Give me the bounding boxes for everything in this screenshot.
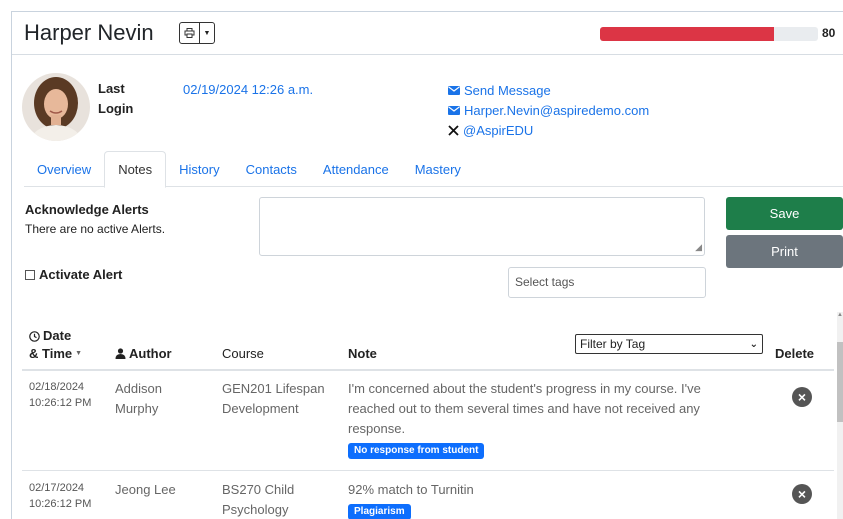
note-course: BS270 Child Psychology: [222, 480, 337, 519]
note-textarea[interactable]: ◢: [259, 197, 705, 256]
note-text-line: I'm concerned about the student's progre…: [348, 381, 701, 396]
user-icon: [115, 348, 126, 359]
delete-icon[interactable]: ×: [792, 484, 812, 504]
column-header-course: Course: [222, 346, 264, 361]
student-name: Harper Nevin: [24, 20, 154, 45]
column-header-note: Note: [348, 346, 377, 361]
note-author: Jeong Lee: [115, 480, 176, 500]
activate-alert-label: Activate Alert: [39, 267, 123, 282]
filter-by-tag-label: Filter by Tag: [580, 337, 646, 351]
clock-icon: [29, 330, 40, 342]
avatar: [22, 73, 90, 141]
tab-attendance[interactable]: Attendance: [310, 151, 402, 187]
note-date: 02/18/2024 10:26:12 PM: [29, 379, 91, 411]
note-course-line: Psychology: [222, 502, 289, 517]
note-text-line: 92% match to Turnitin: [348, 482, 474, 497]
print-button[interactable]: [180, 23, 200, 43]
print-button[interactable]: Print: [726, 235, 843, 268]
notes-table: Date & Time ▼ Author Course Note Filter …: [12, 312, 843, 519]
column-header-author-label: Author: [129, 346, 172, 361]
no-alerts-text: There are no active Alerts.: [25, 222, 166, 236]
note-course-line: Development: [222, 401, 299, 416]
note-date-value: 02/17/2024: [29, 482, 85, 494]
note-text: 92% match to Turnitin Plagiarism: [348, 480, 738, 519]
select-tags-input[interactable]: Select tags: [508, 267, 706, 298]
last-login-label: Last Login: [98, 81, 134, 116]
note-text-line: reached out to them several times and ha…: [348, 401, 700, 416]
note-date-value: 02/18/2024: [29, 381, 85, 393]
student-header: Harper Nevin ▼ 80: [12, 12, 843, 55]
tab-overview[interactable]: Overview: [24, 151, 104, 187]
last-login-value: 02/19/2024 12:26 a.m.: [183, 82, 314, 97]
checkbox-icon[interactable]: [25, 269, 35, 280]
note-time-value: 10:26:12 PM: [29, 498, 92, 510]
note-author-line: Addison: [115, 381, 162, 396]
risk-score: 80: [822, 26, 836, 40]
table-row: 02/17/2024 10:26:12 PM Jeong Lee BS270 C…: [22, 472, 834, 519]
note-author: Addison Murphy: [115, 379, 162, 419]
delete-icon[interactable]: ×: [792, 387, 812, 407]
tab-history[interactable]: History: [166, 151, 232, 187]
student-card: Harper Nevin ▼ 80 Last Login 02/19/2024 …: [11, 11, 843, 519]
send-message-label: Send Message: [464, 82, 551, 98]
x-logo-icon: [448, 124, 459, 136]
contact-links: Send Message Harper.Nevin@aspiredemo.com…: [448, 80, 649, 140]
envelope-icon: [448, 105, 460, 115]
column-header-time-label: & Time: [29, 346, 73, 361]
filter-by-tag-select[interactable]: Filter by Tag ⌄: [575, 334, 763, 354]
scrollbar-thumb[interactable]: [837, 342, 843, 422]
tab-mastery[interactable]: Mastery: [402, 151, 474, 187]
note-date: 02/17/2024 10:26:12 PM: [29, 480, 91, 512]
note-time-value: 10:26:12 PM: [29, 397, 92, 409]
note-course-line: GEN201 Lifespan: [222, 381, 325, 396]
email-link[interactable]: Harper.Nevin@aspiredemo.com: [448, 100, 649, 120]
twitter-link[interactable]: @AspirEDU: [448, 120, 649, 140]
envelope-icon: [448, 85, 460, 95]
tab-notes[interactable]: Notes: [104, 151, 167, 188]
table-scrollbar[interactable]: ▲: [837, 312, 843, 519]
note-text-line: response.: [348, 421, 406, 436]
save-button[interactable]: Save: [726, 197, 843, 230]
tab-contacts[interactable]: Contacts: [233, 151, 310, 187]
note-course: GEN201 Lifespan Development: [222, 379, 337, 419]
note-tag-badge: No response from student: [348, 443, 485, 459]
email-address: Harper.Nevin@aspiredemo.com: [464, 102, 650, 118]
sort-caret-icon: ▼: [75, 350, 83, 357]
print-button-group[interactable]: ▼: [179, 22, 215, 44]
twitter-handle: @AspirEDU: [463, 122, 534, 138]
column-header-delete: Delete: [775, 346, 815, 361]
note-author-line: Murphy: [115, 401, 159, 416]
printer-icon: [184, 28, 195, 38]
tab-bar: Overview Notes History Contacts Attendan…: [24, 151, 843, 188]
risk-progress-bar: [600, 27, 818, 41]
note-text: I'm concerned about the student's progre…: [348, 379, 738, 459]
caret-down-icon[interactable]: ▼: [200, 23, 214, 43]
risk-progress-fill: [600, 27, 775, 41]
column-header-author: Author: [115, 346, 172, 361]
resize-grip-icon[interactable]: ◢: [695, 242, 702, 253]
note-course-line: BS270 Child: [222, 482, 295, 497]
chevron-down-icon: ⌄: [749, 338, 758, 350]
send-message-link[interactable]: Send Message: [448, 80, 649, 100]
activate-alert-checkbox[interactable]: Activate Alert: [25, 267, 122, 282]
table-row: 02/18/2024 10:26:12 PM Addison Murphy GE…: [22, 371, 834, 471]
acknowledge-alerts-title: Acknowledge Alerts: [25, 202, 149, 217]
column-header-date[interactable]: Date & Time ▼: [29, 327, 82, 363]
note-author-line: Jeong Lee: [115, 482, 176, 497]
column-header-date-label: Date: [43, 328, 72, 343]
note-tag-badge: Plagiarism: [348, 504, 411, 519]
scroll-up-icon[interactable]: ▲: [837, 312, 843, 318]
